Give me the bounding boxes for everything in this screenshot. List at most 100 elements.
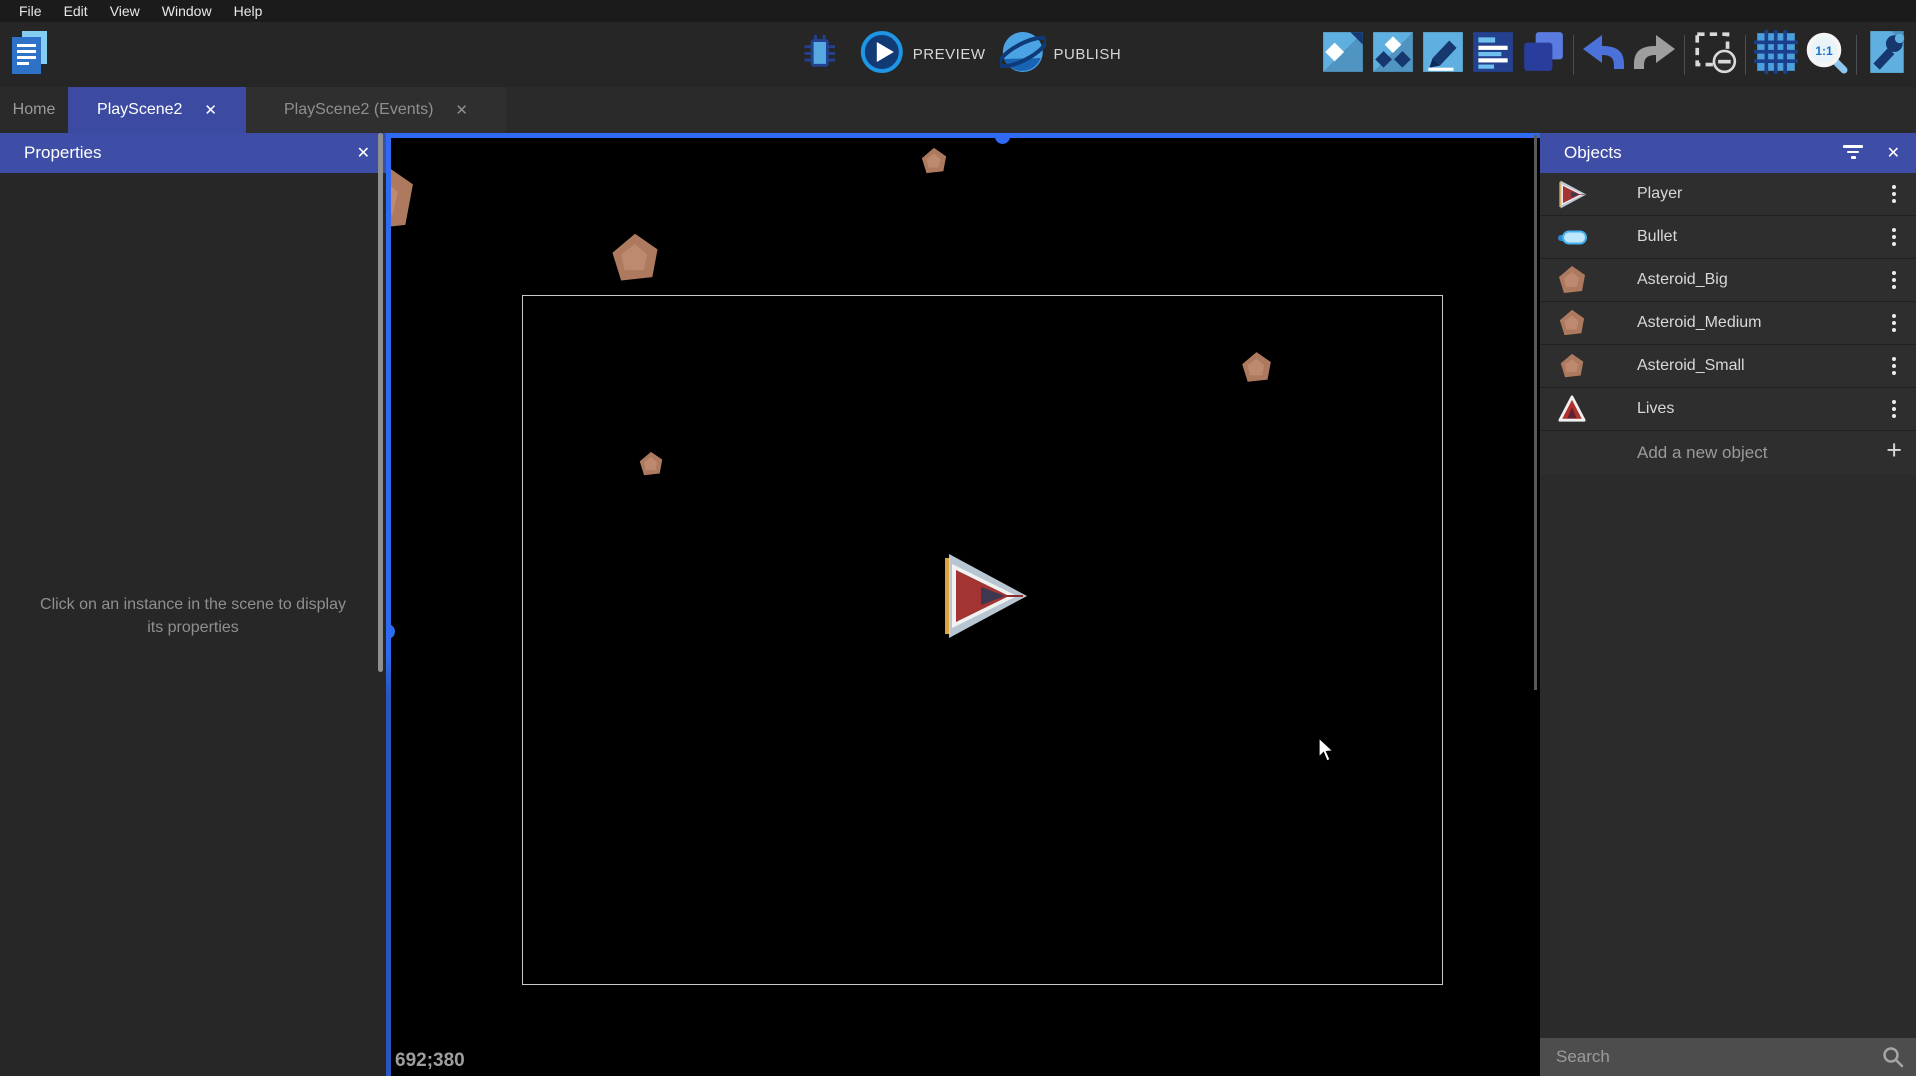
- object-label: Player: [1637, 185, 1682, 203]
- toolbar-divider: [1684, 35, 1685, 75]
- tab-label: Home: [13, 101, 56, 119]
- properties-panel-header: Properties ✕: [0, 133, 386, 173]
- panel-splitter-scrollbar[interactable]: [378, 133, 383, 672]
- bullet-icon: [1540, 230, 1604, 245]
- clear-selection-button[interactable]: [1690, 29, 1740, 81]
- wrench-document-icon: [1864, 29, 1910, 80]
- zoom-1to1-icon: 1:1: [1803, 29, 1849, 80]
- edit-objects-button[interactable]: [1318, 29, 1368, 81]
- instances-list-button[interactable]: [1468, 29, 1518, 81]
- search-input[interactable]: [1540, 1047, 1882, 1067]
- scene-window-border-left: [386, 133, 391, 1076]
- toolbar-divider: [1856, 35, 1857, 75]
- object-row-lives[interactable]: Lives: [1540, 388, 1916, 431]
- filter-icon[interactable]: [1842, 145, 1864, 161]
- asteroid-instance[interactable]: [1240, 351, 1273, 384]
- cursor-coordinates: 692;380: [395, 1050, 465, 1072]
- debugger-bug-icon: [799, 30, 841, 79]
- project-manager-icon: [9, 30, 51, 81]
- close-icon[interactable]: ✕: [1887, 143, 1900, 163]
- layers-button[interactable]: [1518, 29, 1568, 81]
- tab-playscene2-events[interactable]: PlayScene2 (Events) ✕: [246, 87, 506, 133]
- objects-panel-header: Objects ✕: [1540, 133, 1916, 173]
- close-icon[interactable]: ✕: [455, 103, 468, 118]
- add-object-button[interactable]: Add a new object +: [1540, 431, 1916, 474]
- object-label: Asteroid_Medium: [1637, 314, 1762, 332]
- undo-button[interactable]: [1579, 29, 1629, 81]
- debugger-button[interactable]: [795, 29, 845, 81]
- menu-view[interactable]: View: [99, 0, 151, 22]
- preview-play-icon: [859, 29, 905, 80]
- object-label: Asteroid_Big: [1637, 271, 1728, 289]
- deselect-icon: [1692, 29, 1738, 80]
- scene-border-handle[interactable]: [995, 133, 1010, 144]
- grid-icon: [1753, 29, 1799, 80]
- grid-button[interactable]: [1751, 29, 1801, 81]
- objects-search-bar: [1540, 1038, 1916, 1076]
- redo-button[interactable]: [1629, 29, 1679, 81]
- object-groups-icon: [1370, 29, 1416, 80]
- kebab-menu-icon[interactable]: [1892, 185, 1896, 203]
- preview-button[interactable]: PREVIEW: [859, 29, 986, 80]
- gdevelop-window: File Edit View Window Help: [0, 0, 1916, 1076]
- object-label: Lives: [1637, 400, 1674, 418]
- properties-empty-message: Click on an instance in the scene to dis…: [38, 593, 348, 639]
- plus-icon[interactable]: +: [1886, 435, 1902, 466]
- menu-window[interactable]: Window: [151, 0, 223, 22]
- object-row-asteroid-big[interactable]: Asteroid_Big: [1540, 259, 1916, 302]
- object-row-asteroid-small[interactable]: Asteroid_Small: [1540, 345, 1916, 388]
- asteroid-icon: [1540, 265, 1604, 295]
- tab-bar: Home PlayScene2 ✕ PlayScene2 (Events) ✕: [0, 87, 1916, 133]
- close-icon[interactable]: ✕: [357, 143, 370, 163]
- object-row-player[interactable]: Player: [1540, 173, 1916, 216]
- object-row-bullet[interactable]: Bullet: [1540, 216, 1916, 259]
- preview-label: PREVIEW: [913, 46, 986, 63]
- object-label: Bullet: [1637, 228, 1677, 246]
- toolbar: PREVIEW PUBLISH: [0, 22, 1916, 87]
- tab-home[interactable]: Home: [0, 87, 68, 133]
- project-manager-button[interactable]: [6, 30, 54, 80]
- scene-border-handle[interactable]: [386, 624, 395, 639]
- scene-canvas[interactable]: 692;380: [386, 133, 1540, 1076]
- menu-help[interactable]: Help: [223, 0, 274, 22]
- tab-playscene2[interactable]: PlayScene2 ✕: [68, 87, 246, 133]
- kebab-menu-icon[interactable]: [1892, 228, 1896, 246]
- properties-panel-title: Properties: [24, 143, 101, 163]
- setup-tools-button[interactable]: [1862, 29, 1912, 81]
- lives-ship-icon: [1540, 395, 1604, 423]
- asteroid-icon: [1540, 309, 1604, 337]
- toolbar-divider: [1745, 35, 1746, 75]
- publish-button[interactable]: PUBLISH: [999, 29, 1121, 80]
- zoom-1to1-button[interactable]: 1:1: [1801, 29, 1851, 81]
- tab-label: PlayScene2: [97, 101, 182, 119]
- asteroid-instance[interactable]: [638, 451, 664, 477]
- search-icon[interactable]: [1882, 1046, 1904, 1068]
- object-row-asteroid-medium[interactable]: Asteroid_Medium: [1540, 302, 1916, 345]
- kebab-menu-icon[interactable]: [1892, 314, 1896, 332]
- undo-arrow-icon: [1580, 31, 1628, 78]
- player-ship-instance[interactable]: [935, 552, 1032, 640]
- menu-edit[interactable]: Edit: [53, 0, 99, 22]
- scene-properties-button[interactable]: [1418, 29, 1468, 81]
- menu-bar: File Edit View Window Help: [0, 0, 1916, 22]
- player-ship-icon: [1540, 180, 1604, 209]
- asteroid-icon: [1540, 353, 1604, 379]
- objects-editor-icon: [1320, 29, 1366, 80]
- toolbar-divider: [1573, 35, 1574, 75]
- objects-panel-title: Objects: [1564, 143, 1622, 163]
- layers-icon: [1520, 29, 1566, 80]
- canvas-vertical-scrollbar[interactable]: [1534, 135, 1537, 690]
- add-object-label: Add a new object: [1637, 443, 1767, 463]
- object-groups-button[interactable]: [1368, 29, 1418, 81]
- asteroid-instance[interactable]: [920, 147, 948, 175]
- game-resolution-frame: [522, 295, 1443, 985]
- close-icon[interactable]: ✕: [204, 103, 217, 118]
- tab-label: PlayScene2 (Events): [284, 101, 433, 119]
- publish-globe-icon: [999, 29, 1045, 80]
- menu-file[interactable]: File: [8, 0, 53, 22]
- kebab-menu-icon[interactable]: [1892, 357, 1896, 375]
- kebab-menu-icon[interactable]: [1892, 400, 1896, 418]
- mouse-cursor: [1318, 737, 1336, 763]
- kebab-menu-icon[interactable]: [1892, 271, 1896, 289]
- asteroid-instance[interactable]: [609, 232, 661, 284]
